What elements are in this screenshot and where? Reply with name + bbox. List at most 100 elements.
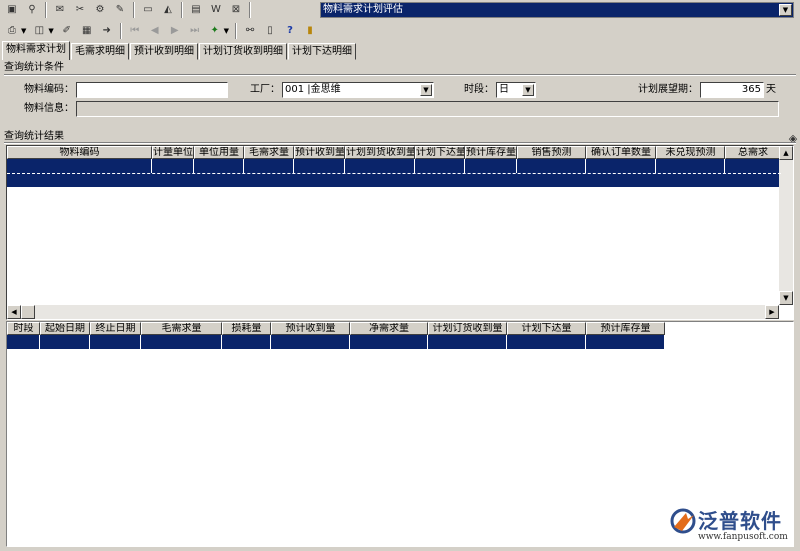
col-net-requirement[interactable]: 净需求量 [350,322,428,335]
chart-icon[interactable]: ◭ [160,2,176,18]
col-confirmed-orders[interactable]: 确认订单数量 [586,146,656,159]
results-vertical-scrollbar[interactable]: ▲ ▼ [779,146,793,305]
plugin-icon[interactable]: ✎ [112,2,128,18]
scissors-icon[interactable]: ✂ [72,2,88,18]
module-select-value: 物料需求计划评估 [323,4,403,15]
calculator-icon[interactable]: ▯ [262,23,278,39]
grid-icon[interactable]: ▦ [79,23,95,39]
tab-material-requirement-plan[interactable]: 物料需求计划 [2,41,70,60]
close-window-icon[interactable]: ⊠ [228,2,244,18]
selected-row[interactable] [7,173,781,187]
chevron-down-icon[interactable]: ▼ [224,27,229,35]
scroll-down-icon[interactable]: ▼ [779,291,793,305]
scroll-thumb[interactable] [21,305,35,319]
mail-icon[interactable]: ✉ [52,2,68,18]
col-sales-forecast[interactable]: 销售预测 [517,146,586,159]
material-info-label: 物料信息： [24,103,74,114]
print-icon[interactable]: ⎙ [4,23,20,39]
col-scheduled-receipt[interactable]: 预计收到量 [271,322,350,335]
col-loss[interactable]: 损耗量 [222,322,271,335]
toolbar-separator [181,2,183,18]
monitor-icon[interactable]: ▭ [140,2,156,18]
col-gross-requirement[interactable]: 毛需求量 [244,146,294,159]
results-horizontal-scrollbar[interactable]: ◀ ▶ [7,305,779,319]
network-icon[interactable]: ⚯ [242,23,258,39]
col-gross-requirement[interactable]: 毛需求量 [141,322,222,335]
brand-url: www.fanpusoft.com [698,532,788,542]
factory-value: 001 |金思维 [285,84,341,95]
last-icon[interactable]: ⏭ [187,23,203,39]
col-unfulfilled-forecast[interactable]: 未兑现预测 [656,146,725,159]
selected-row[interactable] [7,335,665,349]
col-unit-usage[interactable]: 单位用量 [194,146,244,159]
col-projected-inventory[interactable]: 预计库存量 [465,146,517,159]
focus-line [7,173,781,174]
word-icon[interactable]: W [208,2,224,18]
toolbar-separator [133,2,135,18]
horizon-input[interactable]: 365 [700,82,764,98]
col-period[interactable]: 时段 [7,322,40,335]
col-planned-release[interactable]: 计划下达量 [507,322,586,335]
period-select[interactable]: 日 ▼ [496,82,536,98]
material-code-input[interactable] [76,82,228,98]
divider [4,142,796,144]
help-icon[interactable]: ? [282,23,298,39]
prev-icon[interactable]: ◀ [147,23,163,39]
col-planned-receipt[interactable]: 计划到货收到量 [345,146,415,159]
chevron-down-icon[interactable]: ▼ [522,84,534,96]
brand-logo-icon [670,508,696,534]
brand-logo: 泛普软件 www.fanpusoft.com [668,505,794,547]
chevron-down-icon[interactable]: ▼ [779,4,792,16]
material-info-field [76,101,779,117]
toolbar-separator [45,2,47,18]
chevron-down-icon[interactable]: ▼ [48,27,53,35]
exit-icon[interactable]: ▮ [302,23,318,39]
horizon-label: 计划展望期： [638,84,698,95]
window-icon[interactable]: ▤ [188,2,204,18]
results-grid-header: 物料编码 计量单位 单位用量 毛需求量 预计收到量 计划到货收到量 计划下达量 … [7,146,781,159]
toolbar-separator [235,23,238,39]
brand-name: 泛普软件 [698,509,782,533]
period-label: 时段： [464,84,494,95]
col-start-date[interactable]: 起始日期 [40,322,90,335]
col-material-code[interactable]: 物料编码 [7,146,152,159]
module-select[interactable]: 物料需求计划评估 ▼ [320,2,794,18]
col-planned-release[interactable]: 计划下达量 [415,146,465,159]
scroll-left-icon[interactable]: ◀ [7,305,21,319]
col-unit[interactable]: 计量单位 [152,146,194,159]
open-icon[interactable]: ▣ [4,2,20,18]
query-section-title: 查询统计条件 [4,62,64,73]
tab-bar: 物料需求计划 毛需求明细 预计收到明细 计划订货收到明细 计划下达明细 [2,41,357,60]
detail-grid-header: 时段 起始日期 终止日期 毛需求量 损耗量 预计收到量 净需求量 计划订货收到量… [7,322,665,335]
gear-icon[interactable]: ⚙ [92,2,108,18]
chevron-down-icon[interactable]: ▼ [21,27,26,35]
next-icon[interactable]: ▶ [167,23,183,39]
toolbar-separator [119,23,122,39]
col-planned-order-receipt[interactable]: 计划订货收到量 [428,322,507,335]
first-icon[interactable]: ⏮ [127,23,143,39]
tab-scheduled-receipt-detail[interactable]: 预计收到明细 [130,43,198,60]
edit-icon[interactable]: ✐ [59,23,75,39]
secondary-toolbar: ⎙ ▼ ◫ ▼ ✐ ▦ ➜ ⏮ ◀ ▶ ⏭ ✦ ▼ ⚯ ▯ ? ▮ [0,21,320,41]
scroll-up-icon[interactable]: ▲ [779,146,793,160]
tab-planned-order-receipt-detail[interactable]: 计划订货收到明细 [199,43,287,60]
tab-gross-requirement-detail[interactable]: 毛需求明细 [71,43,129,60]
scroll-right-icon[interactable]: ▶ [765,305,779,319]
tab-planned-release-detail[interactable]: 计划下达明细 [288,43,356,60]
results-grid: 物料编码 计量单位 单位用量 毛需求量 预计收到量 计划到货收到量 计划下达量 … [6,145,794,320]
col-projected-inventory[interactable]: 预计库存量 [586,322,665,335]
selected-row[interactable] [7,159,781,173]
run-icon[interactable]: ✦ [207,23,223,39]
print-preview-icon[interactable]: ◫ [31,23,47,39]
col-total-requirement[interactable]: 总需求 [725,146,781,159]
factory-select[interactable]: 001 |金思维 ▼ [282,82,434,98]
find-icon[interactable]: ⚲ [24,2,40,18]
col-scheduled-receipt[interactable]: 预计收到量 [294,146,345,159]
horizon-unit: 天 [766,84,776,95]
period-value: 日 [499,84,509,95]
export-icon[interactable]: ➜ [99,23,115,39]
material-code-label: 物料编码： [24,84,74,95]
divider [4,74,796,76]
col-end-date[interactable]: 终止日期 [90,322,141,335]
chevron-down-icon[interactable]: ▼ [420,84,432,96]
